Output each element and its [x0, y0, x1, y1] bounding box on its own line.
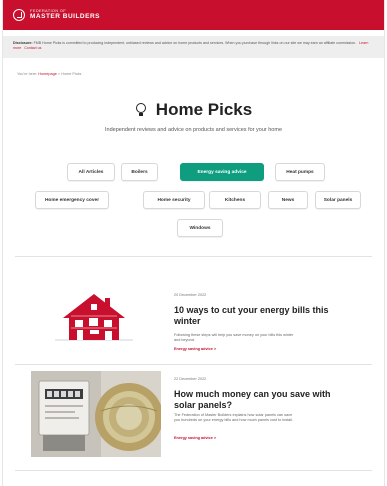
divider	[15, 470, 372, 471]
logo-mark-icon	[13, 9, 25, 21]
filter-windows[interactable]: Windows	[177, 219, 223, 237]
breadcrumb-separator: >	[57, 72, 61, 76]
divider	[15, 364, 372, 365]
breadcrumb-home-link[interactable]: Homepage	[38, 72, 57, 76]
filter-news[interactable]: News	[268, 191, 308, 209]
lightbulb-icon	[135, 103, 147, 117]
article-excerpt: The Federation of Master Builders explai…	[174, 413, 294, 422]
article-date: 22 December 2022	[174, 377, 207, 381]
hero: Home Picks Independent reviews and advic…	[3, 100, 384, 133]
logo-text: FEDERATION OF MASTER BUILDERS	[30, 9, 100, 21]
filter-boilers[interactable]: Boilers	[121, 163, 158, 181]
filter-home-emergency-cover[interactable]: Home emergency cover	[35, 191, 109, 209]
page-title-text: Home Picks	[155, 100, 253, 119]
article-title[interactable]: How much money can you save with solar p…	[174, 389, 354, 411]
disclosure-banner: Disclosure: FMB Home Picks is committed …	[3, 36, 384, 58]
article-category-link[interactable]: Energy saving advice >	[174, 347, 216, 351]
article-date: 20 December 2022	[174, 293, 207, 297]
meter-coin-photo	[31, 371, 161, 457]
logo-small-text: FEDERATION OF	[30, 8, 67, 14]
disclosure-text: FMB Home Picks is committed to producing…	[33, 41, 357, 45]
disclosure-label: Disclosure:	[13, 41, 33, 45]
contact-us-link[interactable]: Contact us	[24, 46, 41, 50]
page-subtitle: Independent reviews and advice on produc…	[104, 127, 283, 133]
breadcrumb-prefix: You're here:	[17, 72, 38, 76]
article-image-house[interactable]	[55, 290, 133, 350]
house-illustration	[55, 294, 133, 341]
filter-energy-saving-advice[interactable]: Energy saving advice	[180, 163, 264, 181]
article-image-meter-coin[interactable]	[31, 371, 161, 457]
filter-heat-pumps[interactable]: Heat pumps	[275, 163, 325, 181]
logo-big-text: MASTER BUILDERS	[30, 13, 100, 21]
divider	[15, 256, 372, 257]
page: FEDERATION OF MASTER BUILDERS Disclosure…	[2, 0, 385, 486]
article-title[interactable]: 10 ways to cut your energy bills this wi…	[174, 305, 354, 327]
fmb-logo[interactable]: FEDERATION OF MASTER BUILDERS	[13, 9, 100, 21]
article-excerpt: Following these steps will help you save…	[174, 333, 294, 342]
filter-all-articles[interactable]: All Articles	[67, 163, 115, 181]
breadcrumb: You're here: Homepage > Home Picks	[17, 72, 384, 76]
filter-kitchens[interactable]: Kitchens	[209, 191, 261, 209]
site-header: FEDERATION OF MASTER BUILDERS	[3, 0, 384, 30]
page-title: Home Picks	[135, 100, 252, 120]
filter-solar-panels[interactable]: Solar panels	[315, 191, 361, 209]
article-category-link[interactable]: Energy saving advice >	[174, 436, 216, 440]
filter-home-security[interactable]: Home security	[143, 191, 205, 209]
breadcrumb-current: Home Picks	[61, 72, 82, 76]
